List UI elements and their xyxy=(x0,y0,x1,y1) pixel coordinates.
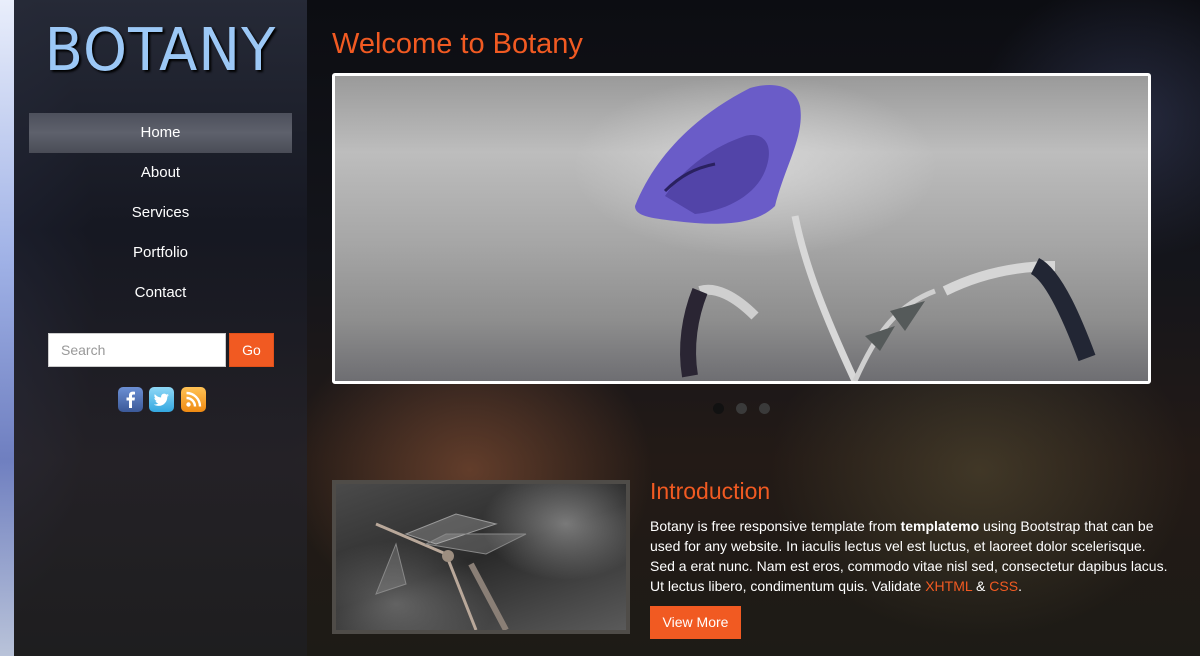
dragonfly-image xyxy=(375,513,527,630)
site-logo[interactable]: BOTANY xyxy=(14,16,307,84)
background-left-strip xyxy=(0,0,14,656)
ampersand: & xyxy=(972,578,990,594)
twitter-icon[interactable] xyxy=(149,387,175,412)
intro-thumbnail xyxy=(332,480,630,634)
nav-item-home[interactable]: Home xyxy=(29,113,292,153)
css-link[interactable]: CSS xyxy=(989,578,1018,594)
slider-dot-1[interactable] xyxy=(713,403,724,414)
nav-item-about[interactable]: About xyxy=(29,153,292,193)
sidebar: BOTANY Home About Services Portfolio Con… xyxy=(14,0,307,656)
intro-text-part: Botany is free responsive template from xyxy=(650,518,901,534)
search-form: Go xyxy=(48,333,274,367)
period: . xyxy=(1018,578,1022,594)
intro-paragraph: Botany is free responsive template from … xyxy=(650,516,1170,596)
intro-heading: Introduction xyxy=(650,478,771,504)
image-slider[interactable] xyxy=(332,73,1151,384)
nav-item-services[interactable]: Services xyxy=(29,193,292,233)
nav-item-contact[interactable]: Contact xyxy=(29,273,292,313)
page-title: Welcome to Botany xyxy=(332,28,583,60)
main-nav: Home About Services Portfolio Contact xyxy=(29,113,292,313)
slider-dot-3[interactable] xyxy=(759,403,770,414)
nav-item-portfolio[interactable]: Portfolio xyxy=(29,233,292,273)
slider-dot-2[interactable] xyxy=(736,403,747,414)
templatemo-brand: templatemo xyxy=(900,518,980,534)
facebook-icon[interactable] xyxy=(118,387,143,412)
search-go-button[interactable]: Go xyxy=(229,333,274,367)
social-links xyxy=(118,387,208,413)
xhtml-link[interactable]: XHTML xyxy=(925,578,972,594)
view-more-button[interactable]: View More xyxy=(650,606,741,639)
flower-image xyxy=(635,85,1096,381)
search-input[interactable] xyxy=(48,333,226,367)
rss-icon[interactable] xyxy=(180,387,206,412)
slider-pagination xyxy=(713,401,782,414)
